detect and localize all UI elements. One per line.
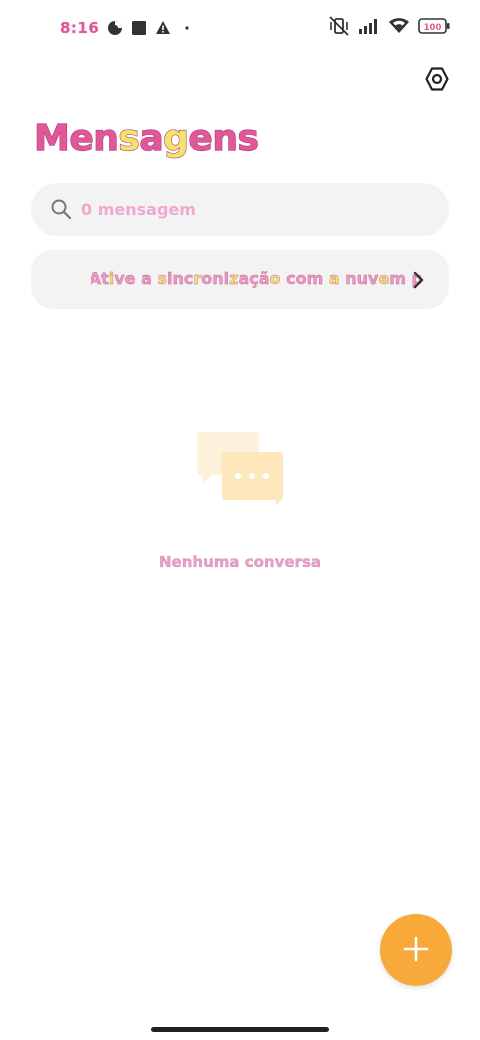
sync-banner-text: Ative a sincronização com a nuvem p (91, 269, 421, 288)
search-icon (50, 198, 72, 220)
dot-icon (179, 20, 195, 36)
search-bar[interactable] (31, 183, 449, 236)
square-notification-icon (131, 20, 147, 36)
status-time: 8:16 (60, 19, 100, 37)
vibrate-off-icon (328, 15, 350, 41)
sync-text-clip: Ative a sincronização com a nuvem p (91, 250, 421, 309)
data-saver-icon (107, 20, 123, 36)
settings-hexagon-icon (424, 66, 450, 97)
chevron-right-icon (407, 269, 429, 291)
battery-icon: 100 (418, 17, 450, 40)
search-input[interactable] (81, 183, 421, 236)
chat-bubbles-icon (196, 430, 286, 510)
status-right: 100 (328, 15, 450, 41)
warning-icon (155, 20, 171, 36)
new-conversation-button[interactable] (380, 914, 452, 986)
cloud-sync-banner[interactable]: Ative a sincronização com a nuvem p (31, 250, 449, 309)
plus-icon (402, 935, 430, 966)
signal-icon (358, 17, 380, 40)
status-left: 8:16 (60, 17, 195, 39)
empty-state-text: Nenhuma conversa (158, 553, 321, 571)
wifi-icon (388, 17, 410, 40)
settings-button[interactable] (422, 66, 452, 96)
battery-level: 100 (424, 23, 442, 33)
page-title: Mensagens (33, 117, 259, 159)
page-title-text: Mensagens (33, 117, 259, 159)
status-bar: 8:16 100 (0, 0, 480, 56)
gesture-nav-handle[interactable] (151, 1027, 329, 1032)
